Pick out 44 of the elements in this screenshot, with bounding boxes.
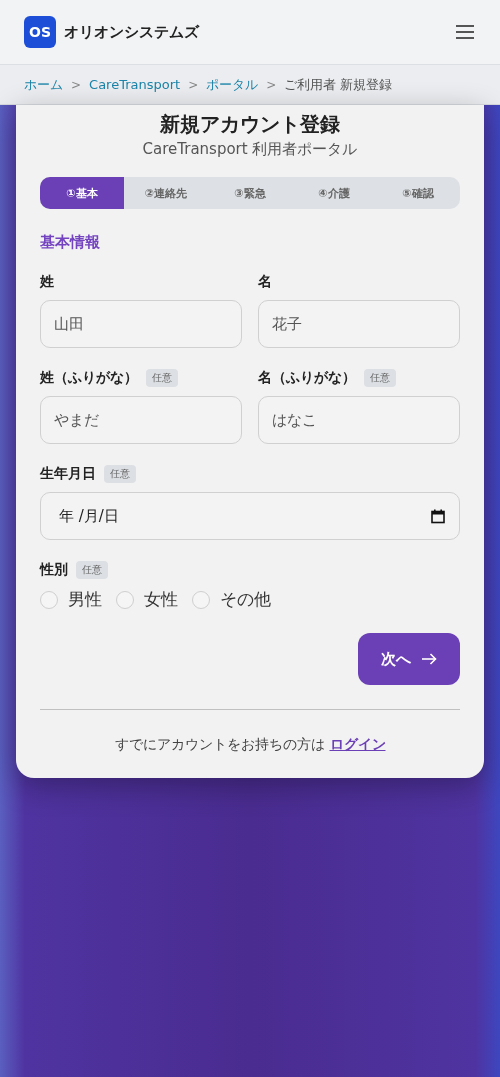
gender-radio[interactable]: その他 bbox=[192, 588, 271, 611]
gender-radio[interactable]: 女性 bbox=[116, 588, 178, 611]
field-label: 性別 bbox=[40, 561, 68, 579]
calendar-icon[interactable] bbox=[431, 508, 445, 524]
radio-circle[interactable] bbox=[40, 590, 58, 609]
breadcrumb-link[interactable]: ホーム bbox=[24, 75, 63, 94]
breadcrumb-separator: > bbox=[266, 77, 277, 92]
brand-name: オリオンシステムズ bbox=[64, 22, 199, 42]
step-tab[interactable]: ⑤確認 bbox=[376, 177, 460, 209]
login-link[interactable]: ログイン bbox=[329, 736, 386, 752]
login-prompt: すでにアカウントをお持ちの方は ログイン bbox=[113, 736, 387, 754]
field-label: 姓（ふりがな） bbox=[40, 369, 138, 387]
breadcrumb-link[interactable]: CareTransport bbox=[89, 77, 181, 92]
section-title: 基本情報 bbox=[40, 233, 101, 252]
text-field[interactable]: 山田 bbox=[40, 300, 242, 348]
optional-tag: 任意 bbox=[104, 465, 136, 483]
optional-tag: 任意 bbox=[76, 561, 108, 579]
date-field[interactable]: 年 /月/日 bbox=[40, 492, 460, 540]
step-tab[interactable]: ①基本 bbox=[40, 177, 124, 209]
gender-radio[interactable]: 男性 bbox=[40, 588, 102, 611]
optional-tag: 任意 bbox=[364, 369, 396, 387]
field-label: 名（ふりがな） bbox=[258, 369, 356, 387]
breadcrumb-link[interactable]: ポータル bbox=[206, 75, 259, 94]
field-label: 姓 bbox=[40, 273, 54, 291]
breadcrumb-separator: > bbox=[188, 77, 199, 92]
field-label: 生年月日 bbox=[40, 465, 96, 483]
step-tab[interactable]: ③緊急 bbox=[208, 177, 292, 209]
radio-circle[interactable] bbox=[116, 590, 134, 609]
current-page-label: ご利用者 新規登録 bbox=[284, 75, 393, 94]
page-subtitle: CareTransport 利用者ポータル bbox=[141, 140, 359, 159]
logo[interactable]: OS bbox=[24, 16, 56, 48]
step-tab[interactable]: ④介護 bbox=[292, 177, 376, 209]
breadcrumb-separator: > bbox=[71, 77, 82, 92]
optional-tag: 任意 bbox=[146, 369, 178, 387]
next-button[interactable]: 次へ bbox=[358, 633, 460, 685]
text-field[interactable]: はなこ bbox=[258, 396, 460, 444]
page-title: 新規アカウント登録 bbox=[159, 111, 341, 138]
text-field[interactable]: 花子 bbox=[258, 300, 460, 348]
text-field[interactable]: やまだ bbox=[40, 396, 242, 444]
field-label: 名 bbox=[258, 273, 272, 291]
arrow-icon bbox=[421, 653, 437, 665]
step-tab[interactable]: ②連絡先 bbox=[124, 177, 208, 209]
radio-circle[interactable] bbox=[192, 590, 210, 609]
menu-icon[interactable] bbox=[454, 23, 476, 41]
